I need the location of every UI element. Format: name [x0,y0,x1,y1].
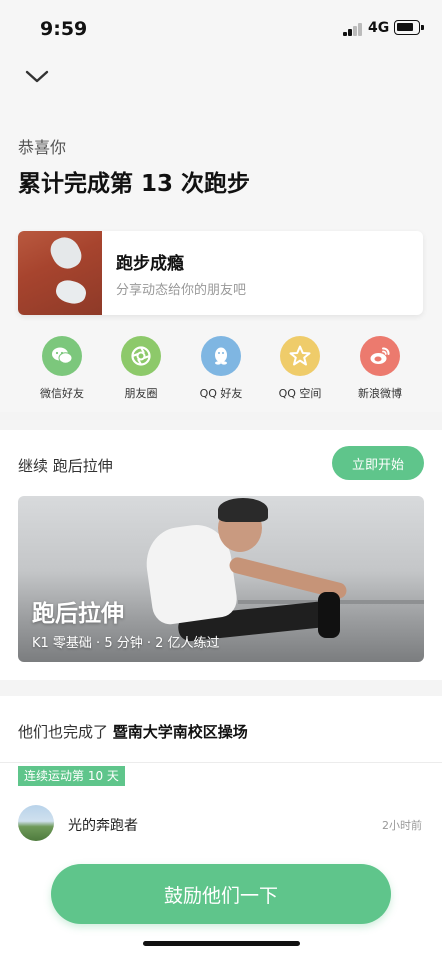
continue-training-section: 继续 跑后拉伸 立即开始 跑后拉伸 K1 零基础 · 5 分钟 · 2 亿人练过 [0,430,442,680]
chevron-down-icon[interactable] [24,66,50,86]
share-qq-label: QQ 好友 [199,387,243,400]
congrats-text: 恭喜你 [18,138,67,157]
page-title: 累计完成第 13 次跑步 [18,171,251,197]
share-moments-label: 朋友圈 [124,387,158,400]
network-type: 4G [368,20,390,36]
share-wechat-label: 微信好友 [40,387,84,400]
location-name: 暨南大学南校区操场 [112,723,248,741]
share-qzone-button[interactable]: QQ 空间 [265,336,335,401]
cheer-them-button[interactable]: 鼓励他们一下 [51,864,391,924]
share-target-row: 微信好友 朋友圈 QQ 好友 QQ 空间 新浪微博 [0,336,442,406]
qzone-icon [280,336,320,376]
athlete-hair-graphic [218,498,268,522]
share-qzone-label: QQ 空间 [278,387,322,400]
course-title: 跑后拉伸 [32,601,124,627]
start-now-button[interactable]: 立即开始 [332,446,424,480]
share-card-title: 跑步成瘾 [116,254,184,274]
share-qq-button[interactable]: QQ 好友 [186,336,256,401]
wechat-icon [42,336,82,376]
time-ago: 2小时前 [382,819,422,832]
athlete-shoe-graphic [318,592,340,638]
course-meta: K1 零基础 · 5 分钟 · 2 亿人练过 [32,636,220,651]
moments-icon [121,336,161,376]
section-divider [0,412,442,430]
user-name[interactable]: 光的奔跑者 [68,815,138,835]
share-card-subtitle: 分享动态给你的朋友吧 [116,283,247,298]
weibo-icon [360,336,400,376]
status-bar: 9:59 4G [0,0,442,56]
stretch-course-card[interactable]: 跑后拉伸 K1 零基础 · 5 分钟 · 2 亿人练过 [18,496,424,662]
signal-icon [343,22,363,36]
share-card[interactable]: 跑步成瘾 分享动态给你的朋友吧 [18,231,423,315]
status-time: 9:59 [40,18,88,40]
home-indicator [143,941,300,946]
share-wechat-button[interactable]: 微信好友 [27,336,97,401]
share-weibo-label: 新浪微博 [358,387,402,400]
battery-icon [394,20,424,35]
continue-label: 继续 跑后拉伸 [18,457,113,475]
qq-icon [201,336,241,376]
others-completed-label: 他们也完成了 暨南大学南校区操场 [18,721,248,742]
avatar[interactable] [18,805,54,841]
divider [0,762,442,763]
streak-badge: 连续运动第 10 天 [18,766,125,786]
run-photo-thumbnail [18,231,102,315]
share-moments-button[interactable]: 朋友圈 [106,336,176,401]
others-prefix: 他们也完成了 [18,723,109,741]
share-weibo-button[interactable]: 新浪微博 [345,336,415,401]
section-divider [0,680,442,696]
